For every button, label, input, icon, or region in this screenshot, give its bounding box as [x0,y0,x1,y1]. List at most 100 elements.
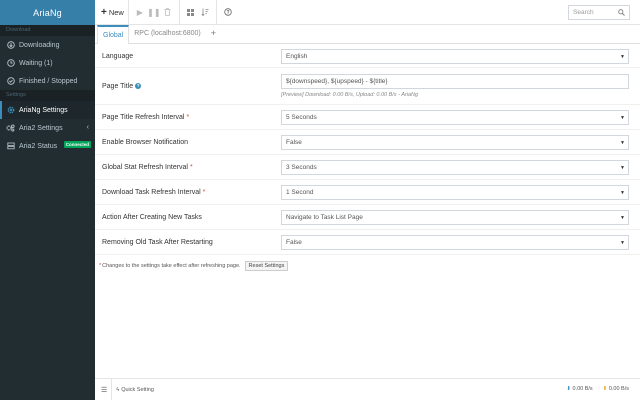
caret-down-icon: ▼ [620,189,625,196]
required-mark: * [186,113,190,121]
reset-settings-button[interactable]: Reset Settings [244,261,289,271]
check-circle-icon [6,77,15,86]
setting-row-page-title: Page Title? ${downspeed}, ${upspeed} - $… [95,68,640,105]
add-rpc-tab-button[interactable]: + [206,25,221,43]
sidebar-item-aria2-status[interactable]: Aria2 Status Connected [0,137,95,155]
page-title-input[interactable]: ${downspeed}, ${upspeed} - ${title} [281,74,629,89]
caret-down-icon: ▼ [620,114,625,121]
settings-note-text: Changes to the settings take effect afte… [102,263,241,269]
language-select[interactable]: English ▼ [281,48,629,64]
quick-setting-button[interactable]: ϟ Quick Setting [116,387,154,393]
upload-speed: ⬆ 0.00 B/s [603,386,629,392]
bolt-icon: ϟ [116,386,120,393]
sidebar-item-ariang-settings[interactable]: AriaNg Settings [0,101,95,119]
sidebar-item-label: Finished / Stopped [19,77,78,85]
gears-icon [6,124,15,133]
sidebar-item-label: Aria2 Settings [19,124,63,132]
browser-notification-select[interactable]: False ▼ [281,134,629,150]
search-input[interactable] [573,9,619,16]
setting-row-remove-old: Removing Old Task After Restarting False… [95,230,640,255]
svg-text:?: ? [226,10,229,16]
sidebar-item-finished[interactable]: Finished / Stopped [0,72,95,90]
setting-label: Enable Browser Notification [102,138,188,146]
select-value: English [286,52,308,60]
required-mark: * [202,188,206,196]
remove-old-select[interactable]: False ▼ [281,234,629,250]
pause-icon[interactable]: ❚❚ [147,5,161,19]
caret-down-icon: ▼ [620,214,625,221]
caret-down-icon: ▼ [620,239,625,246]
toolbar-divider [127,0,129,25]
setting-label-wrap: Download Task Refresh Interval * [95,189,281,196]
setting-label: Global Stat Refresh Interval [102,163,188,171]
setting-label: Action After Creating New Tasks [102,213,202,221]
setting-label: Language [102,52,134,60]
menu-icon[interactable]: ☰ [101,386,107,394]
download-speed: ⬇ 0.00 B/s [566,386,592,392]
search-icon[interactable] [618,9,625,18]
sidebar-item-aria2-settings[interactable]: Aria2 Settings ‹ [0,119,95,137]
setting-row-language: Language English ▼ [95,45,640,68]
app-logo[interactable]: AriaNg [0,0,95,25]
setting-label: Download Task Refresh Interval [102,188,201,196]
caret-down-icon: ▼ [620,53,625,60]
footer-divider [111,378,113,400]
select-value: False [286,138,302,146]
required-mark: * [189,163,193,171]
settings-tabs: Global RPC (localhost:6800) + [95,25,640,44]
status-badge: Connected [63,141,91,148]
sidebar-item-label: Downloading [19,41,60,49]
sidebar: AriaNg Download Downloading Waiting (1) … [0,0,95,400]
setting-row-browser-notification: Enable Browser Notification False ▼ [95,130,640,155]
setting-row-task-refresh: Download Task Refresh Interval * 1 Secon… [95,180,640,205]
grid-icon[interactable] [184,5,198,19]
upload-speed-value: 0.00 B/s [608,386,629,392]
setting-label: Page Title [102,82,134,90]
question-circle-icon[interactable]: ? [221,5,235,19]
caret-down-icon: ▼ [620,164,625,171]
toolbar-divider [215,0,217,25]
help-icon[interactable]: ? [135,82,142,89]
title-refresh-select[interactable]: 5 Seconds ▼ [281,109,629,125]
select-value: 1 Second [286,188,314,196]
global-speeds: ⬇ 0.00 B/s ⬆ 0.00 B/s [566,386,629,392]
tab-rpc[interactable]: RPC (localhost:6800) [129,25,206,43]
play-icon[interactable]: ▶ [133,5,147,19]
setting-label: Page Title Refresh Interval [102,113,185,121]
search-box[interactable] [568,5,630,20]
toolbar-divider [178,0,180,25]
sort-icon[interactable] [198,5,212,19]
task-refresh-select[interactable]: 1 Second ▼ [281,184,629,200]
settings-form: Language English ▼ Page Title? ${downspee… [95,45,640,271]
sidebar-item-label: Aria2 Status [19,142,58,150]
gear-icon [6,106,15,115]
sidebar-item-waiting[interactable]: Waiting (1) [0,54,95,72]
quick-setting-label: Quick Setting [121,386,154,393]
footer: ☰ ϟ Quick Setting ⬇ 0.00 B/s ⬆ 0.00 B/s [95,378,640,400]
setting-label: Removing Old Task After Restarting [102,238,213,246]
trash-icon[interactable] [161,5,175,19]
new-button-label: New [108,7,124,17]
setting-label-wrap: Page Title Refresh Interval * [95,114,281,121]
new-button[interactable]: + New [95,7,124,18]
select-value: 3 Seconds [286,163,317,171]
setting-row-after-create: Action After Creating New Tasks Navigate… [95,205,640,230]
sidebar-item-downloading[interactable]: Downloading [0,36,95,54]
clock-icon [6,59,15,68]
tab-global[interactable]: Global [97,25,130,44]
arrow-circle-down-icon [6,41,15,50]
sidebar-item-label: Waiting (1) [19,59,53,67]
download-speed-value: 0.00 B/s [572,386,593,392]
global-stat-refresh-select[interactable]: 3 Seconds ▼ [281,159,629,175]
select-value: False [286,238,302,246]
after-create-select[interactable]: Navigate to Task List Page ▼ [281,209,629,225]
settings-note: * Changes to the settings take effect af… [95,255,640,271]
select-value: Navigate to Task List Page [286,213,363,221]
setting-label-wrap: Page Title? [95,82,281,90]
server-icon [6,142,15,151]
setting-row-global-stat-refresh: Global Stat Refresh Interval * 3 Seconds… [95,155,640,180]
sidebar-section-download: Download [0,25,95,36]
setting-label-wrap: Global Stat Refresh Interval * [95,164,281,171]
caret-down-icon: ▼ [620,139,625,146]
toolbar: + New ▶ ❚❚ ? [95,0,640,25]
